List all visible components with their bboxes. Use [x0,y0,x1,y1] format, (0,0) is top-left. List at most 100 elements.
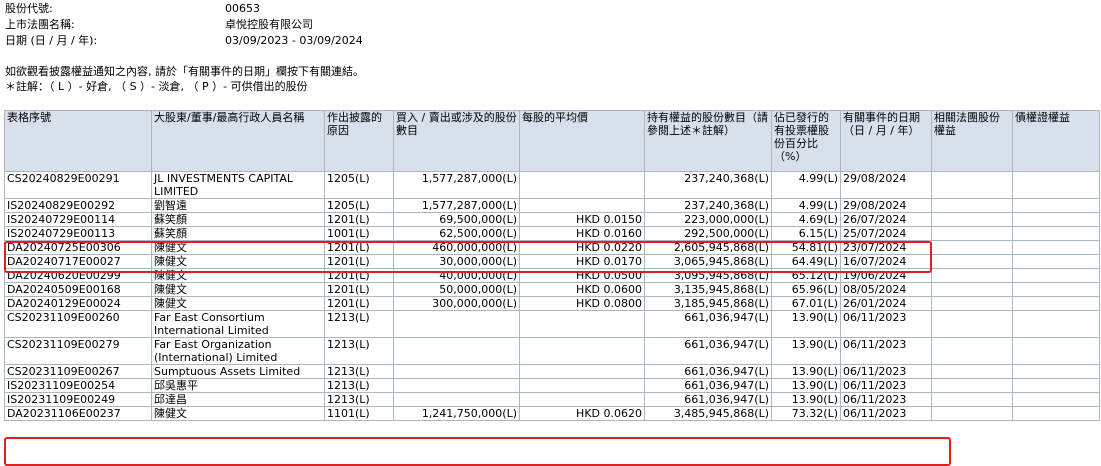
holder-name: 邱吳惠平 [151,378,325,393]
col-header-pct: 佔已發行的有投票權股份百分比（%） [771,110,841,172]
shares-involved: 1,577,287,000(L) [393,171,520,199]
shares-involved: 40,000,000(L) [393,268,520,283]
percentage: 13.90(L) [771,364,841,379]
shares-held: 292,500,000(L) [644,226,772,241]
event-date-link[interactable]: 26/01/2024 [840,296,932,311]
shares-held: 661,036,947(L) [644,378,772,393]
event-date-link[interactable]: 06/11/2023 [840,406,932,421]
debenture-interest [1012,240,1100,255]
instructions: 如欲觀看披露權益通知之內容, 請於「有關事件的日期」欄按下有關連結。 ＊註解：（… [5,64,364,94]
event-date-link[interactable]: 29/08/2024 [840,171,932,199]
col-header-held: 持有權益的股份數目（請參閱上述＊註解） [644,110,772,172]
event-date-link[interactable]: 29/08/2024 [840,198,932,213]
date-range: 03/09/2023 - 03/09/2024 [225,34,363,47]
event-date-link[interactable]: 19/06/2024 [840,268,932,283]
avg-price [519,337,645,365]
shares-held: 237,240,368(L) [644,171,772,199]
form-number-link[interactable]: DA20240129E00024 [4,296,152,311]
form-number-link[interactable]: DA20231106E00237 [4,406,152,421]
assoc-interest [931,392,1013,407]
assoc-interest [931,254,1013,269]
form-number-link[interactable]: CS20231109E00260 [4,310,152,338]
holder-name: 蘇笑顏 [151,212,325,227]
debenture-interest [1012,378,1100,393]
form-number-link[interactable]: IS20240729E00113 [4,226,152,241]
form-number-link[interactable]: DA20240620E00299 [4,268,152,283]
col-header-price: 每股的平均價 [519,110,645,172]
shares-involved [393,310,520,338]
table-row: IS20240729E00113 蘇笑顏 1001(L) 62,500,000(L) H… [4,226,1100,241]
percentage: 13.90(L) [771,310,841,338]
reason-code: 1213(L) [324,378,394,393]
form-number-link[interactable]: IS20231109E00249 [4,392,152,407]
percentage: 13.90(L) [771,378,841,393]
table-row: DA20240717E00027 陳健文 1201(L) 30,000,000(L) H… [4,254,1100,269]
event-date-link[interactable]: 08/05/2024 [840,282,932,297]
form-number-link[interactable]: CS20240829E00291 [4,171,152,199]
form-number-link[interactable]: DA20240717E00027 [4,254,152,269]
assoc-interest [931,171,1013,199]
debenture-interest [1012,226,1100,241]
event-date-link[interactable]: 16/07/2024 [840,254,932,269]
avg-price: HKD 0.0620 [519,406,645,421]
percentage: 65.12(L) [771,268,841,283]
table-row: IS20231109E00249 邱達昌 1213(L) 661,036,947(L)… [4,392,1100,407]
shares-involved: 69,500,000(L) [393,212,520,227]
event-date-link[interactable]: 06/11/2023 [840,378,932,393]
event-date-link[interactable]: 26/07/2024 [840,212,932,227]
form-number-link[interactable]: IS20240729E00114 [4,212,152,227]
reason-code: 1201(L) [324,212,394,227]
percentage: 65.96(L) [771,282,841,297]
reason-code: 1201(L) [324,268,394,283]
percentage: 13.90(L) [771,392,841,407]
form-number-link[interactable]: DA20240509E00168 [4,282,152,297]
avg-price: HKD 0.0170 [519,254,645,269]
debenture-interest [1012,296,1100,311]
percentage: 4.69(L) [771,212,841,227]
col-header-assoc: 相關法團股份權益 [931,110,1013,172]
shares-held: 3,485,945,868(L) [644,406,772,421]
form-number-link[interactable]: IS20240829E00292 [4,198,152,213]
percentage: 54.81(L) [771,240,841,255]
shares-held: 3,095,945,868(L) [644,268,772,283]
debenture-interest [1012,198,1100,213]
event-date-link[interactable]: 06/11/2023 [840,364,932,379]
reason-code: 1001(L) [324,226,394,241]
assoc-interest [931,310,1013,338]
col-header-date: 有關事件的日期（日 / 月 / 年） [840,110,932,172]
table-row: DA20240129E00024 陳健文 1201(L) 300,000,000(L)… [4,296,1100,311]
avg-price: HKD 0.0500 [519,268,645,283]
debenture-interest [1012,268,1100,283]
avg-price: HKD 0.0220 [519,240,645,255]
debenture-interest [1012,392,1100,407]
shares-involved: 300,000,000(L) [393,296,520,311]
form-number-link[interactable]: IS20231109E00254 [4,378,152,393]
col-header-reason: 作出披露的原因 [324,110,394,172]
percentage: 4.99(L) [771,171,841,199]
shares-involved [393,378,520,393]
event-date-link[interactable]: 23/07/2024 [840,240,932,255]
reason-code: 1101(L) [324,406,394,421]
form-number-link[interactable]: DA20240725E00306 [4,240,152,255]
debenture-interest [1012,364,1100,379]
event-date-link[interactable]: 25/07/2024 [840,226,932,241]
shares-involved [393,364,520,379]
avg-price [519,171,645,199]
avg-price [519,378,645,393]
percentage: 73.32(L) [771,406,841,421]
assoc-interest [931,226,1013,241]
assoc-interest [931,364,1013,379]
form-number-link[interactable]: CS20231109E00267 [4,364,152,379]
holder-name: 邱達昌 [151,392,325,407]
shares-held: 3,135,945,868(L) [644,282,772,297]
event-date-link[interactable]: 06/11/2023 [840,310,932,338]
event-date-link[interactable]: 06/11/2023 [840,392,932,407]
company-label: 上市法團名稱: [5,18,75,31]
reason-code: 1205(L) [324,171,394,199]
assoc-interest [931,212,1013,227]
form-number-link[interactable]: CS20231109E00279 [4,337,152,365]
shares-held: 3,065,945,868(L) [644,254,772,269]
event-date-link[interactable]: 06/11/2023 [840,337,932,365]
table-row: DA20240725E00306 陳健文 1201(L) 460,000,000(L)… [4,240,1100,255]
shares-held: 223,000,000(L) [644,212,772,227]
